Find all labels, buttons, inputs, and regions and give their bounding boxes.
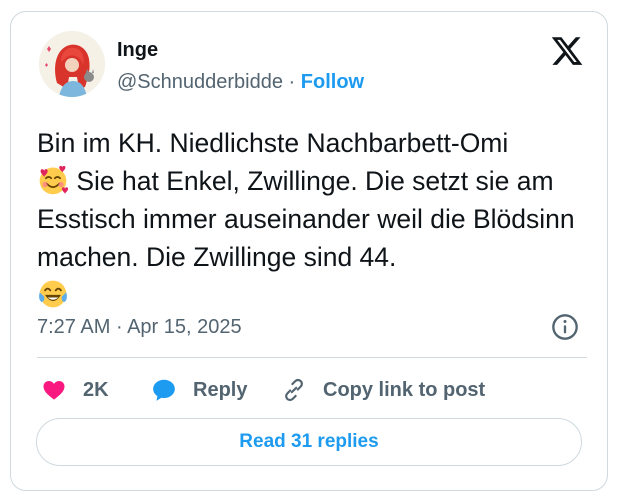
reply-label: Reply <box>193 378 248 401</box>
tweet-text-part2: Sie hat Enkel, Zwillinge. Die setzt sie … <box>37 166 575 272</box>
divider <box>37 357 587 358</box>
timestamp-separator: · <box>115 316 123 338</box>
author-handle[interactable]: @Schnudderbidde <box>117 71 283 93</box>
avatar-illustration <box>39 31 105 97</box>
author-name[interactable]: Inge <box>117 38 158 62</box>
like-button[interactable]: 2K <box>41 376 109 404</box>
author-handle-row: @Schnudderbidde · Follow <box>117 70 364 94</box>
copy-link-button[interactable]: Copy link to post <box>281 376 485 404</box>
copy-link-label: Copy link to post <box>323 378 486 401</box>
tweet-date[interactable]: Apr 15, 2025 <box>127 316 242 338</box>
smiling-face-with-hearts-icon <box>39 165 69 195</box>
reply-bubble-icon <box>153 379 175 401</box>
like-count: 2K <box>83 378 109 401</box>
tweet-text: Bin im KH. Niedlichste Nachbarbett-Omi S… <box>37 124 597 314</box>
face-with-tears-of-joy-icon <box>39 280 67 308</box>
follow-button[interactable]: Follow <box>301 71 364 93</box>
tweet-card: Inge @Schnudderbidde · Follow Bin im KH.… <box>10 11 608 491</box>
tweet-time[interactable]: 7:27 AM <box>37 316 110 338</box>
heart-icon <box>43 381 65 400</box>
author-avatar[interactable] <box>39 31 105 97</box>
tweet-text-part1: Bin im KH. Niedlichste Nachbarbett-Omi <box>37 128 509 158</box>
reply-button[interactable]: Reply <box>151 376 247 404</box>
handle-separator: · <box>288 71 296 93</box>
read-replies-button[interactable]: Read 31 replies <box>36 418 582 466</box>
x-logo-icon[interactable] <box>549 34 585 68</box>
link-icon <box>285 378 303 402</box>
info-icon[interactable] <box>551 313 579 341</box>
timestamp-row: 7:27 AM · Apr 15, 2025 <box>37 314 242 340</box>
read-replies-label: Read 31 replies <box>239 431 379 452</box>
